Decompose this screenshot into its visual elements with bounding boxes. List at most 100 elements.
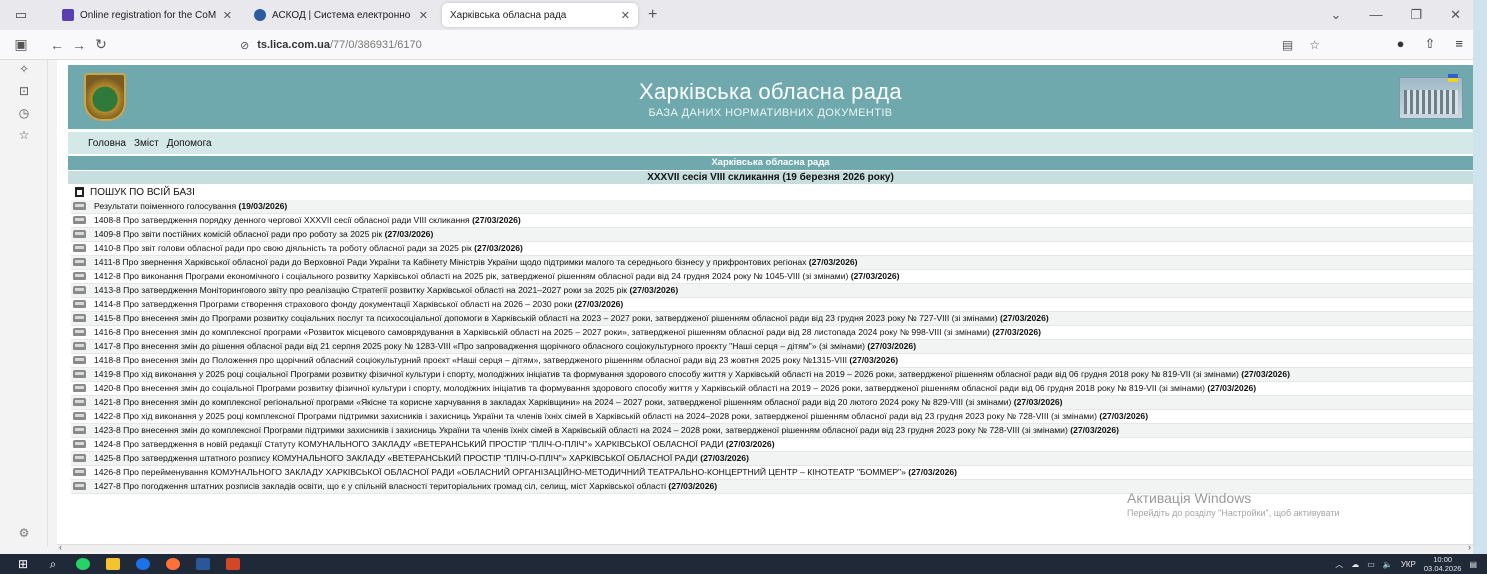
document-row[interactable]: 1420-8 Про внесення змін до соціальної П… xyxy=(71,382,1473,396)
minimize-button[interactable]: — xyxy=(1369,7,1382,23)
close-tab-icon[interactable]: ✕ xyxy=(223,9,232,22)
document-row[interactable]: 1424-8 Про затвердження в новій редакції… xyxy=(71,438,1473,452)
document-link[interactable]: 1420-8 Про внесення змін до соціальної П… xyxy=(94,383,1256,394)
document-link[interactable]: 1423-8 Про внесення змін до комплексної … xyxy=(94,425,1119,436)
document-row[interactable]: 1413-8 Про затвердження Моніторингового … xyxy=(71,284,1473,298)
url-bar[interactable]: ⊘ ts.lica.com.ua /77/0/386931/6170 ▤ ☆ xyxy=(240,34,1320,56)
taskbar: ⊞ ⌕ ︿ ☁ ▭ 🔈 УКР 10:00 03.04.2026 ▤ xyxy=(0,554,1487,574)
document-link[interactable]: 1414-8 Про затвердження Програми створен… xyxy=(94,299,623,310)
synced-tabs-icon[interactable]: ⊡ xyxy=(0,84,48,104)
settings-gear-icon[interactable]: ⚙ xyxy=(0,526,48,540)
site-info-icon[interactable]: ⊘ xyxy=(240,39,249,52)
document-row[interactable]: 1425-8 Про затвердження штатного розпису… xyxy=(71,452,1473,466)
document-link[interactable]: 1412-8 Про виконання Програми економічно… xyxy=(94,271,900,282)
horizontal-scrollbar[interactable]: ‹ › xyxy=(57,542,1473,552)
document-row[interactable]: 1408-8 Про затвердження порядку денного … xyxy=(71,214,1473,228)
ai-sparkle-icon[interactable]: ✧ xyxy=(0,62,48,82)
document-date: (27/03/2026) xyxy=(867,341,917,351)
document-row[interactable]: 1415-8 Про внесення змін до Програми роз… xyxy=(71,312,1473,326)
document-link[interactable]: 1418-8 Про внесення змін до Положення пр… xyxy=(94,355,898,366)
search-icon[interactable]: ⌕ xyxy=(38,554,68,574)
document-link[interactable]: 1419-8 Про хід виконання у 2025 році соц… xyxy=(94,369,1290,380)
document-title: 1415-8 Про внесення змін до Програми роз… xyxy=(94,313,998,323)
file-explorer-icon[interactable] xyxy=(98,554,128,574)
chevron-down-icon[interactable]: ⌄ xyxy=(1331,7,1342,23)
document-row[interactable]: 1414-8 Про затвердження Програми створен… xyxy=(71,298,1473,312)
document-link[interactable]: 1411-8 Про звернення Харківської обласно… xyxy=(94,257,858,268)
menu-help-link[interactable]: Допомога xyxy=(167,138,212,149)
firefox-app-icon[interactable] xyxy=(158,554,188,574)
document-link[interactable]: 1424-8 Про затвердження в новій редакції… xyxy=(94,439,775,450)
new-tab-button[interactable]: + xyxy=(648,6,657,24)
document-icon xyxy=(73,300,86,308)
tab-active[interactable]: Харківська обласна рада ✕ xyxy=(442,3,638,27)
chevron-up-icon[interactable]: ︿ xyxy=(1335,559,1343,570)
forward-button[interactable]: → xyxy=(68,37,90,53)
document-row[interactable]: 1418-8 Про внесення змін до Положення пр… xyxy=(71,354,1473,368)
document-row[interactable]: 1409-8 Про звіти постійних комісій облас… xyxy=(71,228,1473,242)
document-link[interactable]: 1427-8 Про погодження штатних розписів з… xyxy=(94,481,717,492)
translate-icon[interactable]: ▤ xyxy=(1282,38,1293,52)
document-link[interactable]: 1417-8 Про внесення змін до рішення обла… xyxy=(94,341,916,352)
document-link[interactable]: 1410-8 Про звіт голови обласної ради про… xyxy=(94,243,523,254)
whatsapp-app-icon[interactable] xyxy=(68,554,98,574)
document-link[interactable]: 1409-8 Про звіти постійних комісій облас… xyxy=(94,229,433,240)
document-link[interactable]: 1426-8 Про перейменування КОМУНАЛЬНОГО З… xyxy=(94,467,957,478)
document-link[interactable]: 1416-8 Про внесення змін до комплексної … xyxy=(94,327,1041,338)
restore-button[interactable]: ❐ xyxy=(1410,7,1422,23)
site-subtitle: БАЗА ДАНИХ НОРМАТИВНИХ ДОКУМЕНТІВ xyxy=(648,107,893,119)
history-icon[interactable]: ◷ xyxy=(0,106,48,126)
start-button[interactable]: ⊞ xyxy=(8,554,38,574)
menu-contents-link[interactable]: Зміст xyxy=(134,138,159,149)
document-link[interactable]: 1413-8 Про затвердження Моніторингового … xyxy=(94,285,678,296)
document-date: (27/03/2026) xyxy=(700,453,749,463)
clock[interactable]: 10:00 03.04.2026 xyxy=(1424,555,1462,573)
language-indicator[interactable]: УКР xyxy=(1401,560,1416,569)
close-tab-icon[interactable]: ✕ xyxy=(419,9,428,22)
document-row[interactable]: 1417-8 Про внесення змін до рішення обла… xyxy=(71,340,1473,354)
bookmarks-icon[interactable]: ☆ xyxy=(0,128,48,148)
document-link[interactable]: 1408-8 Про затвердження порядку денного … xyxy=(94,215,521,226)
tab-askod[interactable]: АСКОД | Система електронно ✕ xyxy=(246,3,436,27)
document-link[interactable]: 1415-8 Про внесення змін до Програми роз… xyxy=(94,313,1049,324)
document-icon xyxy=(73,272,86,280)
document-link[interactable]: 1425-8 Про затвердження штатного розпису… xyxy=(94,453,749,464)
extension-icon[interactable]: ● xyxy=(1397,36,1405,52)
app-glyph xyxy=(136,558,150,570)
tab-title: Харківська обласна рада xyxy=(450,9,567,21)
scroll-left-icon[interactable]: ‹ xyxy=(59,542,62,552)
document-link[interactable]: 1422-8 Про хід виконання у 2025 році ком… xyxy=(94,411,1148,422)
tab-list-icon[interactable]: ▭ xyxy=(8,3,34,27)
close-tab-icon[interactable]: ✕ xyxy=(621,9,630,22)
tab-registration[interactable]: Online registration for the CoM ✕ xyxy=(54,3,240,27)
sidebar-toggle-icon[interactable]: ▣ xyxy=(10,36,32,53)
scroll-right-icon[interactable]: › xyxy=(1468,542,1471,552)
share-icon[interactable]: ⇧ xyxy=(1425,36,1436,52)
powerpoint-app-icon[interactable] xyxy=(218,554,248,574)
search-all-link[interactable]: ПОШУК ПО ВСІЙ БАЗІ xyxy=(75,185,195,199)
document-row[interactable]: 1410-8 Про звіт голови обласної ради про… xyxy=(71,242,1473,256)
document-row[interactable]: 1426-8 Про перейменування КОМУНАЛЬНОГО З… xyxy=(71,466,1473,480)
cloud-icon[interactable]: ☁ xyxy=(1351,560,1359,569)
document-link[interactable]: Результати поіменного голосування (19/03… xyxy=(94,201,287,212)
back-button[interactable]: ← xyxy=(46,37,68,53)
network-icon[interactable]: ▭ xyxy=(1367,560,1375,569)
document-row[interactable]: 1419-8 Про хід виконання у 2025 році соц… xyxy=(71,368,1473,382)
document-link[interactable]: 1421-8 Про внесення змін до комплексної … xyxy=(94,397,1063,408)
chrome-app-icon[interactable] xyxy=(128,554,158,574)
menu-home-link[interactable]: Головна xyxy=(88,138,126,149)
bookmark-star-icon[interactable]: ☆ xyxy=(1309,38,1320,52)
notifications-icon[interactable]: ▤ xyxy=(1469,560,1477,569)
document-row[interactable]: 1422-8 Про хід виконання у 2025 році ком… xyxy=(71,410,1473,424)
word-app-icon[interactable] xyxy=(188,554,218,574)
document-row[interactable]: 1421-8 Про внесення змін до комплексної … xyxy=(71,396,1473,410)
document-row[interactable]: 1411-8 Про звернення Харківської обласно… xyxy=(71,256,1473,270)
document-row[interactable]: 1423-8 Про внесення змін до комплексної … xyxy=(71,424,1473,438)
document-row[interactable]: Результати поіменного голосування (19/03… xyxy=(71,200,1473,214)
close-window-button[interactable]: ✕ xyxy=(1450,7,1461,23)
document-row[interactable]: 1412-8 Про виконання Програми економічно… xyxy=(71,270,1473,284)
document-row[interactable]: 1416-8 Про внесення змін до комплексної … xyxy=(71,326,1473,340)
reload-button[interactable]: ↻ xyxy=(90,36,112,53)
volume-icon[interactable]: 🔈 xyxy=(1383,560,1393,569)
menu-icon[interactable]: ≡ xyxy=(1455,36,1463,52)
